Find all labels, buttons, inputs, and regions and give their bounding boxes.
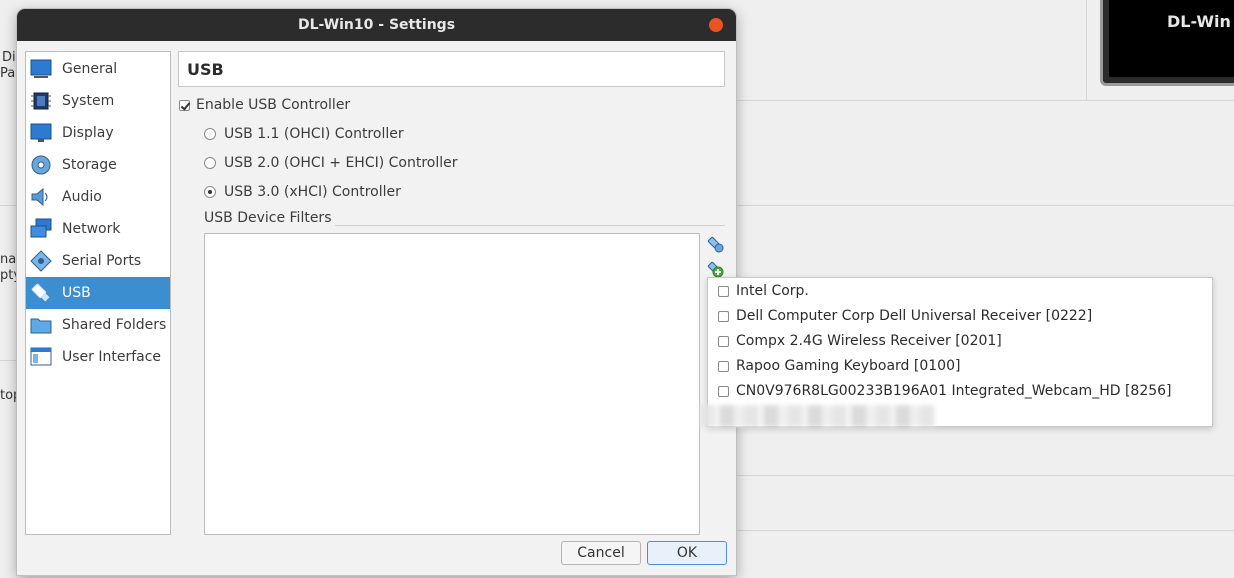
sidebar-item-serial-ports[interactable]: Serial Ports — [26, 245, 170, 277]
radio-button[interactable] — [204, 186, 216, 198]
menu-item-label: Compx 2.4G Wireless Receiver [0201] — [736, 333, 1002, 349]
bg-divider — [736, 100, 1234, 101]
title-bar[interactable]: DL-Win10 - Settings — [17, 9, 736, 41]
menu-item-device[interactable]: CN0V976R8LG00233B196A01 Integrated_Webca… — [718, 381, 1172, 401]
bg-divider — [1086, 0, 1087, 100]
usb-2-0-radio[interactable]: USB 2.0 (OHCI + EHCI) Controller — [204, 155, 458, 171]
menu-item-label: Rapoo Gaming Keyboard [0100] — [736, 358, 961, 374]
network-icon — [30, 218, 52, 240]
radio-label: USB 3.0 (xHCI) Controller — [224, 184, 401, 200]
radio-label: USB 2.0 (OHCI + EHCI) Controller — [224, 155, 458, 171]
bg-text-fragment: na — [0, 252, 17, 267]
usb-device-filters-label: USB Device Filters — [204, 210, 332, 226]
usb-filters-list[interactable] — [204, 233, 700, 535]
usb-3-0-radio[interactable]: USB 3.0 (xHCI) Controller — [204, 184, 401, 200]
bg-divider — [736, 475, 1234, 476]
redacted-menu-item — [700, 405, 935, 427]
menu-item-device[interactable]: Compx 2.4G Wireless Receiver [0201] — [718, 331, 1002, 351]
storage-disc-icon — [30, 154, 52, 176]
sidebar-item-label: General — [62, 61, 118, 77]
sidebar-item-user-interface[interactable]: User Interface — [26, 341, 170, 373]
bg-divider — [0, 205, 17, 206]
settings-dialog: DL-Win10 - Settings General System Displ… — [17, 9, 736, 575]
sidebar-item-label: User Interface — [62, 349, 162, 365]
sidebar-item-label: Storage — [62, 157, 117, 173]
close-button[interactable] — [709, 18, 723, 32]
ok-button-label: OK — [676, 545, 698, 561]
menu-item-label: Dell Computer Corp Dell Universal Receiv… — [736, 308, 1093, 324]
checkbox[interactable] — [718, 285, 729, 297]
sidebar-item-audio[interactable]: Audio — [26, 181, 170, 213]
sidebar-item-label: Audio — [62, 189, 102, 205]
audio-speaker-icon — [30, 186, 52, 208]
sidebar-item-storage[interactable]: Storage — [26, 149, 170, 181]
sidebar-item-label: USB — [62, 285, 91, 301]
section-separator — [335, 225, 725, 226]
cancel-button-label: Cancel — [577, 545, 625, 561]
sidebar-item-network[interactable]: Network — [26, 213, 170, 245]
checkbox[interactable] — [718, 385, 729, 397]
ok-button[interactable]: OK — [647, 541, 727, 565]
enable-usb-controller-checkbox[interactable]: Enable USB Controller — [179, 97, 350, 113]
menu-item-device[interactable]: Rapoo Gaming Keyboard [0100] — [718, 356, 960, 376]
edit-filter-button[interactable] — [706, 235, 724, 253]
usb-1-1-radio[interactable]: USB 1.1 (OHCI) Controller — [204, 126, 404, 142]
bg-divider — [736, 530, 1234, 531]
sidebar-item-label: Shared Folders — [62, 317, 167, 333]
menu-item-device[interactable]: Dell Computer Corp Dell Universal Receiv… — [718, 306, 1092, 326]
window-title: DL-Win10 - Settings — [297, 17, 456, 33]
sidebar-item-label: Network — [62, 221, 121, 237]
general-icon — [30, 58, 52, 80]
sidebar-item-label: System — [62, 93, 115, 109]
usb-filter-edit-icon — [707, 236, 724, 253]
page-title: USB — [178, 51, 725, 87]
system-chip-icon — [30, 90, 52, 112]
sidebar-item-usb[interactable]: USB — [26, 277, 170, 309]
radio-button[interactable] — [204, 157, 216, 169]
menu-item-device[interactable]: Intel Corp. — [718, 281, 809, 301]
menu-item-label: CN0V976R8LG00233B196A01 Integrated_Webca… — [736, 383, 1172, 399]
sidebar-item-shared-folders[interactable]: Shared Folders — [26, 309, 170, 341]
sidebar-item-label: Serial Ports — [62, 253, 142, 269]
settings-sidebar: General System Display Storage Audio Net… — [25, 51, 171, 535]
vm-preview-label: DL-Win — [1167, 12, 1231, 31]
checkbox[interactable] — [718, 360, 729, 372]
sidebar-item-label: Display — [62, 125, 114, 141]
sidebar-item-display[interactable]: Display — [26, 117, 170, 149]
bg-text-fragment: Pa — [0, 66, 16, 81]
bg-text-fragment: Di — [2, 50, 16, 65]
display-monitor-icon — [30, 122, 52, 144]
usb-icon — [30, 282, 52, 304]
sidebar-item-system[interactable]: System — [26, 85, 170, 117]
serial-port-icon — [30, 250, 52, 272]
radio-label: USB 1.1 (OHCI) Controller — [224, 126, 404, 142]
add-filter-from-device-button[interactable] — [706, 260, 724, 278]
checkbox-label: Enable USB Controller — [196, 97, 351, 113]
radio-button[interactable] — [204, 128, 216, 140]
checkbox[interactable] — [718, 335, 729, 347]
checkbox[interactable] — [179, 99, 190, 111]
cancel-button[interactable]: Cancel — [561, 541, 641, 565]
shared-folder-icon — [30, 314, 52, 336]
sidebar-item-general[interactable]: General — [26, 53, 170, 85]
vm-preview-thumbnail: DL-Win — [1100, 0, 1234, 86]
bg-divider — [736, 205, 1234, 206]
checkbox[interactable] — [718, 310, 729, 322]
menu-item-label: Intel Corp. — [736, 283, 809, 299]
usb-filter-add-icon — [707, 261, 724, 278]
bg-divider — [0, 360, 17, 361]
user-interface-icon — [30, 346, 52, 368]
